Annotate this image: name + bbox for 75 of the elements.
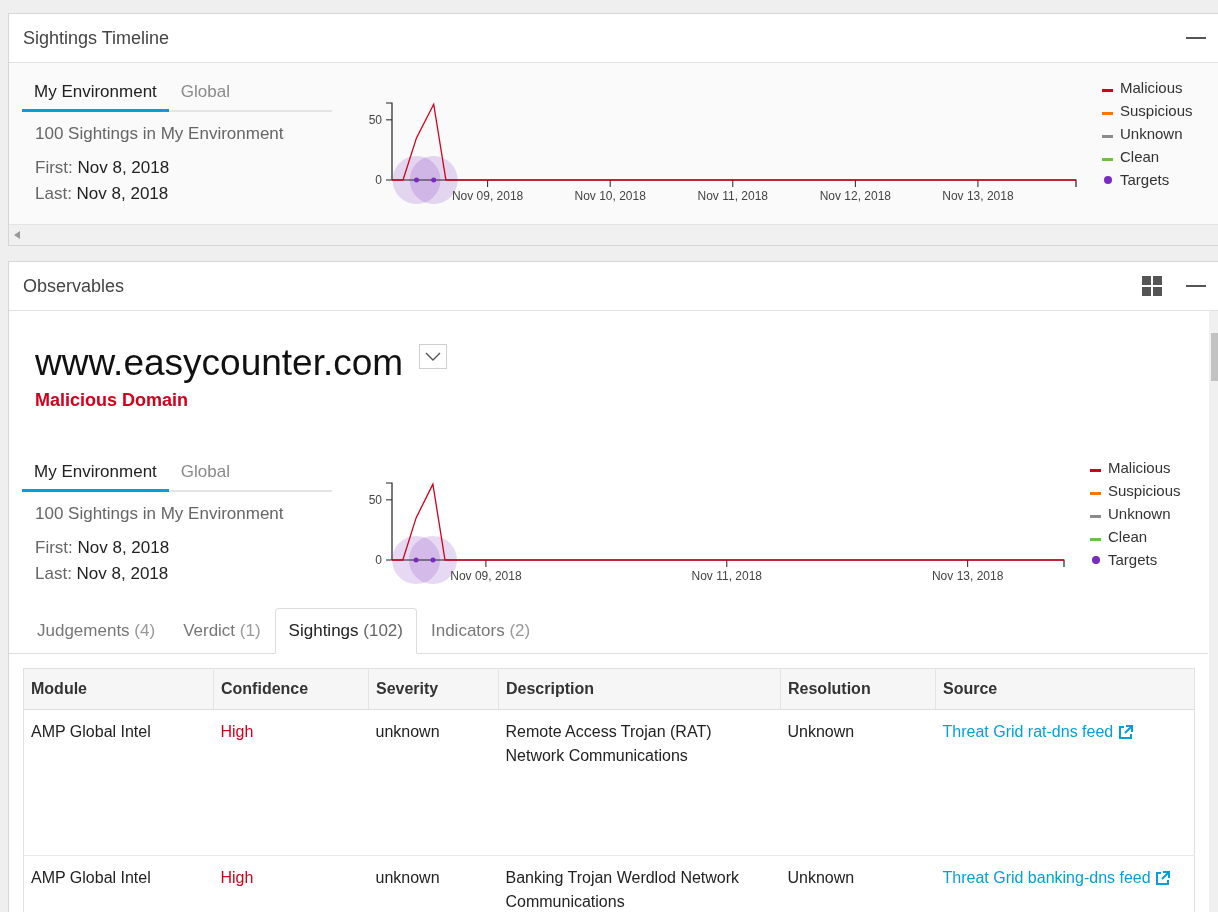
table-cell: Unknown [780,709,936,855]
environment-tab[interactable]: Global [168,76,242,112]
panel-title: Sightings Timeline [23,26,170,50]
target-point [413,557,419,563]
scrollbar-thumb[interactable] [1211,333,1218,381]
legend-label: Clean [1120,147,1160,167]
target-point [414,177,419,183]
sightings-summary: 100 Sightings in My Environment [35,502,285,525]
table-cell: AMP Global Intel [23,855,214,912]
observable-title: www.easycounter.com [35,344,404,381]
table-cell: unknown [368,855,499,912]
scroll-left-arrow-icon[interactable] [14,231,20,239]
legend-label: Clean [1108,527,1148,547]
tick-label: Nov 13, 2018 [942,189,1014,203]
date-label: First: [35,538,73,557]
dropdown-button[interactable] [419,344,448,369]
grid-icon[interactable] [1142,276,1162,296]
section-tab[interactable]: Verdict (1) [169,608,275,654]
tick-label: Nov 13, 2018 [931,569,1004,583]
table-cell: Unknown [780,855,936,912]
table-cell: High [213,855,369,912]
legend-label: Targets [1108,550,1158,570]
column-header: Module [23,668,214,709]
section-tab[interactable]: Sightings (102) [274,608,417,654]
minimize-icon[interactable] [1186,284,1206,288]
tick-label: 50 [368,492,382,507]
column-header: Severity [368,668,499,709]
tick-label: Nov 12, 2018 [819,189,892,203]
tick-label: 50 [368,112,382,127]
date-label: First: [35,158,73,177]
source-link[interactable]: Threat Grid rat-dns feed [942,722,1114,740]
table-cell: Banking Trojan Werdlod Network Communications [498,855,781,912]
column-header: Description [498,668,781,709]
environment-tab[interactable]: My Environment [22,76,169,112]
verdict-label: Malicious Domain [35,389,190,412]
date-label: Last: [35,184,72,203]
tick-label: Nov 11, 2018 [691,569,763,583]
section-tab[interactable]: Indicators (2) [416,608,545,654]
table-cell: Remote Access Trojan (RAT) Network Communications [498,709,781,855]
environment-tab[interactable]: Global [168,456,242,492]
source-link[interactable]: Threat Grid banking-dns feed [942,868,1151,886]
external-link-icon[interactable] [1117,724,1133,740]
section-tab[interactable]: Judgements (4) [23,608,170,654]
sightings-summary: 100 Sightings in My Environment [35,122,285,145]
table-cell: AMP Global Intel [23,709,214,855]
tick-label: Nov 09, 2018 [450,569,522,583]
target-point [431,177,437,183]
date-value: Nov 8, 2018 [76,564,169,583]
tick-label: 0 [375,553,382,567]
date-value: Nov 8, 2018 [77,158,170,177]
table-cell: unknown [368,709,499,855]
legend-label: Unknown [1108,504,1171,524]
environment-tab[interactable]: My Environment [22,456,169,492]
date-value: Nov 8, 2018 [77,538,170,557]
chevron-down-icon [425,352,442,361]
legend-label: Targets [1120,170,1170,190]
tick-label: Nov 09, 2018 [451,189,524,203]
legend-label: Suspicious [1120,101,1193,121]
tick-label: Nov 11, 2018 [697,189,768,203]
date-label: Last: [35,564,72,583]
external-link-icon[interactable] [1155,870,1171,886]
column-header: Confidence [213,668,369,709]
legend-label: Suspicious [1108,481,1181,501]
column-header: Resolution [780,668,936,709]
panel-title: Observables [23,274,125,298]
legend-label: Unknown [1120,124,1183,144]
legend-label: Malicious [1108,458,1171,478]
date-value: Nov 8, 2018 [76,184,169,203]
minimize-icon[interactable] [1186,36,1206,40]
table-cell: High [213,709,369,855]
target-point [430,557,436,563]
legend-label: Malicious [1120,78,1183,98]
tick-label: 0 [375,173,382,187]
tick-label: Nov 10, 2018 [574,189,646,203]
column-header: Source [935,668,1195,709]
